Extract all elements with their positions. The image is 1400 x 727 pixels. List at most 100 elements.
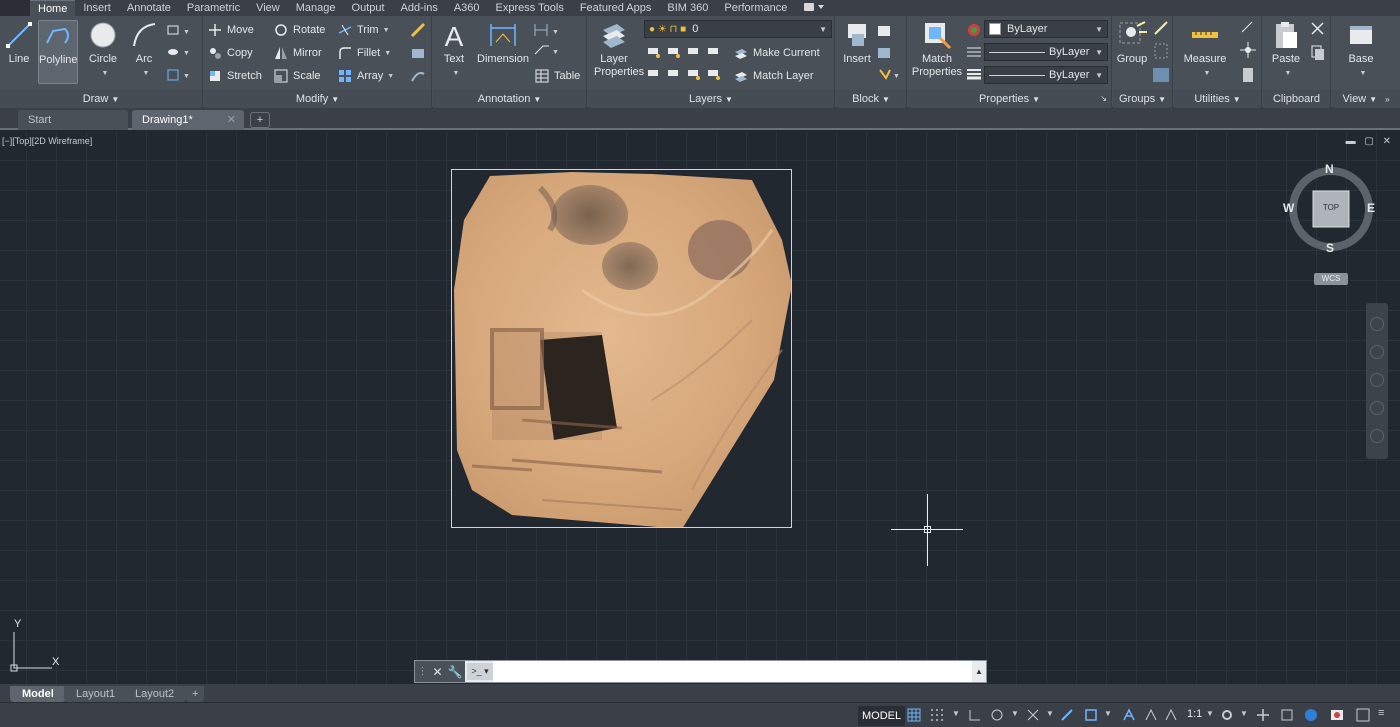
tab-output[interactable]: Output xyxy=(344,0,393,16)
groups-panel-title[interactable]: Groups ▼ xyxy=(1113,90,1172,108)
paste-button[interactable]: Paste ▼ xyxy=(1267,20,1305,78)
scale-dropdown-icon[interactable]: ▼ xyxy=(1206,709,1214,718)
stretch-button[interactable]: Stretch xyxy=(208,66,262,86)
lineweight-dropdown[interactable]: ByLayer ▼ xyxy=(984,66,1108,84)
command-grip-icon[interactable]: ⋮ xyxy=(417,666,427,677)
viewcube-south[interactable]: S xyxy=(1326,241,1334,255)
group-tool-icons[interactable] xyxy=(1151,20,1171,86)
new-tab-button[interactable]: + xyxy=(250,112,270,128)
tab-featured-apps[interactable]: Featured Apps xyxy=(572,0,660,16)
text-button[interactable]: A Text ▼ xyxy=(435,20,473,78)
dimension-button[interactable]: Dimension xyxy=(475,20,531,66)
auto-scale-icon[interactable] xyxy=(1144,708,1158,722)
close-tab-icon[interactable]: ✕ xyxy=(227,110,236,130)
ortho-icon[interactable] xyxy=(968,708,982,722)
viewcube-east[interactable]: E xyxy=(1367,201,1375,215)
pan-icon[interactable] xyxy=(1370,345,1384,359)
application-menu-button[interactable] xyxy=(0,0,30,16)
rotate-button[interactable]: Rotate xyxy=(274,20,325,40)
color-dropdown[interactable]: ByLayer ▼ xyxy=(984,20,1108,38)
workspace-dropdown-icon[interactable]: ▼ xyxy=(1240,709,1248,718)
viewcube-face-top[interactable]: TOP xyxy=(1317,203,1345,212)
group-button[interactable]: Group xyxy=(1113,20,1151,66)
circle-dropdown-icon[interactable]: ▼ xyxy=(102,70,109,77)
tab-model[interactable]: Model xyxy=(10,686,66,702)
offset-icon[interactable] xyxy=(410,68,426,84)
raster-image[interactable] xyxy=(451,169,792,528)
customize-status-icon[interactable]: ≡ xyxy=(1378,707,1384,719)
tab-layout2[interactable]: Layout2 xyxy=(123,686,187,702)
orbit-icon[interactable] xyxy=(1370,401,1384,415)
tab-parametric[interactable]: Parametric xyxy=(179,0,248,16)
grid-icon[interactable] xyxy=(907,708,921,722)
add-layout-button[interactable]: + xyxy=(186,686,205,702)
fillet-button[interactable]: Fillet ▼ xyxy=(338,43,391,63)
navigation-bar[interactable] xyxy=(1366,303,1388,459)
close-icon[interactable]: ✕ xyxy=(432,665,442,679)
paste-dropdown-icon[interactable]: ▼ xyxy=(1285,70,1292,77)
trim-dropdown-icon[interactable]: ▼ xyxy=(383,27,390,34)
viewcube-west[interactable]: W xyxy=(1283,201,1294,215)
tab-insert[interactable]: Insert xyxy=(75,0,119,16)
viewport-controls-label[interactable]: [−][Top][2D Wireframe] xyxy=(2,136,92,146)
erase-icon[interactable] xyxy=(410,22,426,38)
block-tool-icons[interactable]: ▼ xyxy=(876,22,902,86)
command-prompt-icon[interactable]: >_ ▾ xyxy=(467,663,493,680)
clean-screen-icon[interactable] xyxy=(1330,708,1344,722)
draw-panel-title[interactable]: Draw ▼ xyxy=(0,90,202,108)
match-properties-button[interactable]: Match Properties xyxy=(910,20,964,79)
fullscreen-icon[interactable] xyxy=(1356,708,1370,722)
linetype-dropdown[interactable]: ByLayer ▼ xyxy=(984,43,1108,61)
workspace-gear-icon[interactable] xyxy=(1220,708,1234,722)
polar-dropdown-icon[interactable]: ▼ xyxy=(1011,709,1019,718)
array-dropdown-icon[interactable]: ▼ xyxy=(387,73,394,80)
snap-icon[interactable] xyxy=(930,708,944,722)
hardware-acceleration-icon[interactable] xyxy=(1304,708,1318,722)
object-snap-icon[interactable] xyxy=(1084,708,1098,722)
zoom-icon[interactable] xyxy=(1370,373,1384,387)
tab-performance[interactable]: Performance xyxy=(716,0,795,16)
text-dropdown-icon[interactable]: ▼ xyxy=(453,70,460,77)
match-layer-button[interactable]: Match Layer xyxy=(734,66,814,86)
arc-button[interactable]: Arc ▼ xyxy=(125,20,163,78)
tab-start[interactable]: Start xyxy=(18,110,128,130)
utilities-panel-title[interactable]: Utilities ▼ xyxy=(1174,90,1261,108)
arc-dropdown-icon[interactable]: ▼ xyxy=(143,70,150,77)
tab-home[interactable]: Home xyxy=(30,0,76,16)
make-current-button[interactable]: Make Current xyxy=(734,43,820,63)
base-button[interactable]: Base ▼ xyxy=(1342,20,1380,78)
isolate-objects-icon[interactable] xyxy=(1280,708,1294,722)
tab-a360[interactable]: A360 xyxy=(446,0,488,16)
move-button[interactable]: Move xyxy=(208,20,254,40)
viewcube[interactable]: TOP N S W E xyxy=(1283,162,1375,255)
fillet-dropdown-icon[interactable]: ▼ xyxy=(384,50,391,57)
object-snap-tracking-icon[interactable] xyxy=(1060,708,1074,722)
tab-view[interactable]: View xyxy=(248,0,288,16)
table-button[interactable]: Table xyxy=(535,66,580,86)
snap-dropdown-icon[interactable]: ▼ xyxy=(952,709,960,718)
viewport-window-controls[interactable]: ▬ ▢ ✕ xyxy=(1346,136,1394,147)
utility-tool-icons[interactable] xyxy=(1238,20,1258,86)
showmotion-icon[interactable] xyxy=(1370,429,1384,443)
plus-icon[interactable] xyxy=(1256,708,1270,722)
steering-wheel-icon[interactable] xyxy=(1370,317,1384,331)
copy-button[interactable]: Copy xyxy=(208,43,253,63)
line-button[interactable]: Line xyxy=(0,20,38,66)
measure-dropdown-icon[interactable]: ▼ xyxy=(1204,70,1211,77)
clipboard-panel-title[interactable]: Clipboard xyxy=(1263,90,1330,108)
ribbon-display-toggle[interactable] xyxy=(803,2,825,15)
circle-button[interactable]: Circle ▼ xyxy=(84,20,122,78)
model-space-toggle[interactable]: MODEL xyxy=(858,706,906,726)
object-snap-dropdown-icon[interactable]: ▼ xyxy=(1104,709,1112,718)
wcs-menu[interactable]: WCS xyxy=(1314,273,1348,285)
tab-manage[interactable]: Manage xyxy=(288,0,344,16)
trim-button[interactable]: Trim ▼ xyxy=(338,20,390,40)
annotation-visibility-icon[interactable] xyxy=(1122,708,1136,722)
measure-button[interactable]: Measure ▼ xyxy=(1182,20,1228,78)
layer-dropdown[interactable]: ● ☀ ⊓ ■ 0 ▼ xyxy=(644,20,832,38)
clipboard-tool-icons[interactable] xyxy=(1309,20,1327,66)
mirror-button[interactable]: Mirror xyxy=(274,43,322,63)
explode-icon[interactable] xyxy=(410,45,426,61)
draw-small-tools-icon[interactable]: ▼ ▼ ▼ xyxy=(166,22,196,84)
tab-layout1[interactable]: Layout1 xyxy=(64,686,128,702)
